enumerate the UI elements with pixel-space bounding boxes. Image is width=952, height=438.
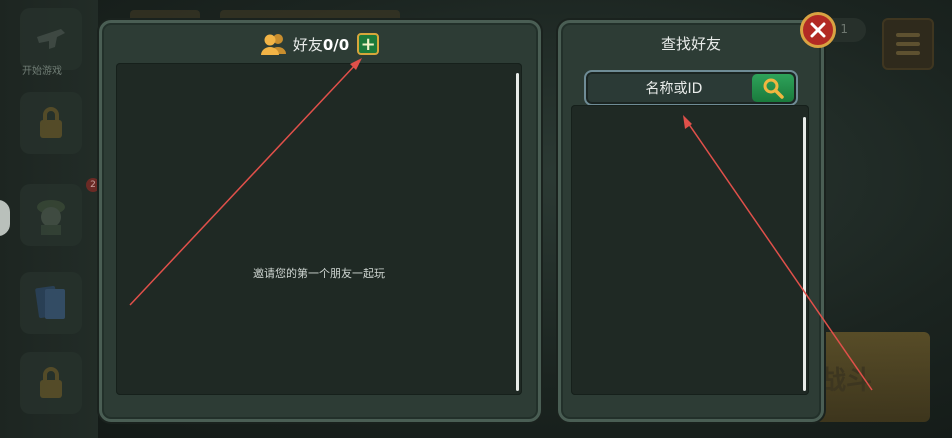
lock-icon: [40, 107, 62, 138]
hamburger-icon: [896, 33, 920, 37]
search-friends-panel: 查找好友: [558, 20, 824, 422]
locked-slot-2[interactable]: [20, 352, 82, 414]
gun-icon: [37, 29, 65, 49]
search-button[interactable]: [752, 74, 794, 102]
search-box: [584, 70, 798, 106]
battle-button-label: 战斗: [820, 366, 873, 396]
add-friend-button[interactable]: +: [357, 33, 380, 55]
plus-icon: +: [360, 34, 376, 55]
soldier-avatar-icon: [37, 200, 65, 235]
hamburger-line: [896, 42, 920, 46]
start-game-label: 开始游戏: [22, 66, 62, 77]
close-button[interactable]: [800, 12, 836, 48]
counter-value: 1: [840, 22, 848, 36]
friends-list[interactable]: 邀请您的第一个朋友一起玩: [116, 63, 522, 395]
search-title-row: 查找好友: [561, 33, 821, 54]
background-sidebar: 开始游戏 2: [0, 0, 100, 438]
locked-slot-1[interactable]: [20, 92, 82, 154]
menu-button[interactable]: [882, 18, 934, 70]
friends-title: 好友0/0: [293, 34, 349, 55]
friends-panel: 好友0/0 + 邀请您的第一个朋友一起玩: [99, 20, 541, 422]
x-icon: [810, 22, 826, 38]
friends-title-row: 好友0/0 +: [102, 33, 538, 55]
cards-slot[interactable]: [20, 272, 82, 334]
people-icon: [260, 33, 286, 55]
search-results-list[interactable]: [571, 105, 809, 395]
search-input[interactable]: [592, 76, 756, 102]
notification-badge: 2: [86, 178, 100, 192]
hamburger-line: [896, 51, 920, 55]
search-panel-title: 查找好友: [660, 35, 721, 53]
friends-title-label: 好友: [292, 35, 323, 54]
search-scrollbar[interactable]: [803, 117, 806, 391]
hero-slot[interactable]: [20, 184, 82, 246]
magnifier-icon: [763, 78, 784, 99]
empty-friends-message: 邀请您的第一个朋友一起玩: [253, 267, 385, 280]
friends-count: 0/0: [322, 35, 350, 54]
start-game-button[interactable]: [20, 8, 82, 70]
cards-icon: [35, 286, 65, 319]
friends-scrollbar[interactable]: [516, 73, 519, 391]
lock-icon: [40, 367, 62, 398]
